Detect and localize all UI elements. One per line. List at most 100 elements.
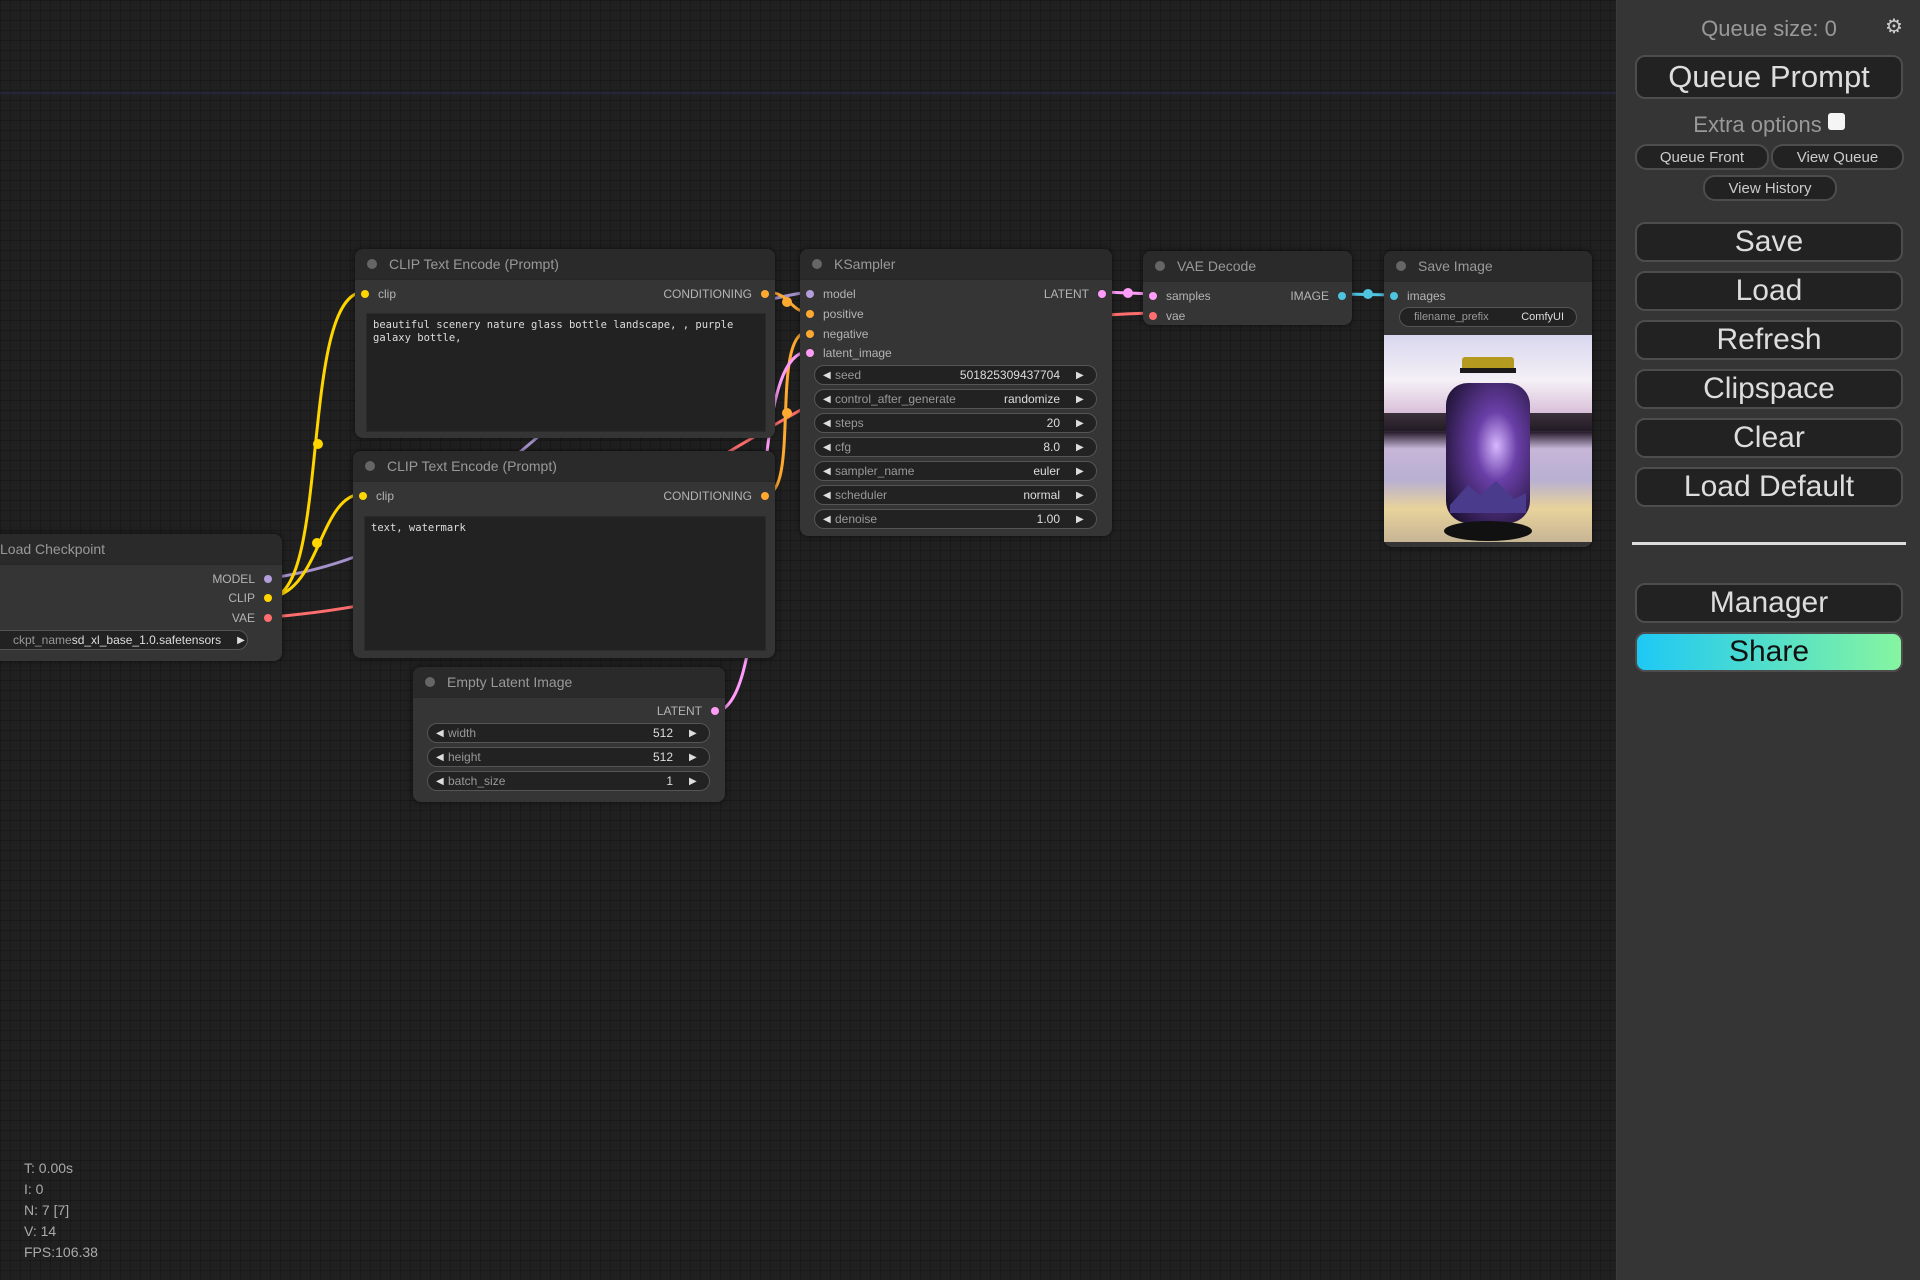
- input-clip[interactable]: clip: [359, 489, 394, 503]
- arrow-right-icon[interactable]: ▶: [689, 752, 701, 763]
- collapse-dot-icon[interactable]: [812, 259, 822, 269]
- input-clip[interactable]: clip: [361, 287, 396, 301]
- queue-front-button[interactable]: Queue Front: [1635, 144, 1769, 170]
- queue-size-label: Queue size: 0: [1701, 16, 1837, 41]
- input-vae[interactable]: vae: [1149, 309, 1185, 323]
- slot-pin-icon: [761, 290, 769, 298]
- node-title[interactable]: Save Image: [1384, 251, 1592, 282]
- widget-sampler-name[interactable]: ◀ sampler_name euler ▶: [814, 461, 1097, 481]
- widget-width[interactable]: ◀ width 512 ▶: [427, 723, 710, 743]
- collapse-dot-icon[interactable]: [367, 259, 377, 269]
- input-samples[interactable]: samples: [1149, 289, 1211, 303]
- slot-pin-icon: [359, 492, 367, 500]
- node-title-text: Save Image: [1418, 258, 1493, 274]
- graph-canvas[interactable]: Load Checkpoint MODEL CLIP VAE ckpt_name…: [0, 0, 1616, 1280]
- node-title-text: CLIP Text Encode (Prompt): [389, 256, 559, 272]
- arrow-right-icon[interactable]: ▶: [237, 635, 245, 646]
- arrow-left-icon[interactable]: ◀: [823, 466, 835, 477]
- arrow-right-icon[interactable]: ▶: [1076, 514, 1088, 525]
- widget-batch-size[interactable]: ◀ batch_size 1 ▶: [427, 771, 710, 791]
- node-title[interactable]: Load Checkpoint: [0, 534, 282, 565]
- node-title[interactable]: CLIP Text Encode (Prompt): [353, 451, 775, 482]
- extra-options: Extra options: [1617, 112, 1920, 138]
- arrow-left-icon[interactable]: ◀: [823, 418, 835, 429]
- collapse-dot-icon[interactable]: [1396, 261, 1406, 271]
- view-history-button[interactable]: View History: [1703, 175, 1837, 201]
- slot-pin-icon: [806, 349, 814, 357]
- widget-seed[interactable]: ◀ seed 501825309437704 ▶: [814, 365, 1097, 385]
- prompt-textarea[interactable]: beautiful scenery nature glass bottle la…: [366, 313, 766, 432]
- node-ksampler[interactable]: KSampler model positive negative latent_…: [800, 249, 1112, 536]
- output-conditioning[interactable]: CONDITIONING: [663, 489, 769, 503]
- settings-gear-icon[interactable]: ⚙: [1885, 14, 1903, 39]
- arrow-left-icon[interactable]: ◀: [823, 370, 835, 381]
- input-images[interactable]: images: [1390, 289, 1446, 303]
- node-vae-decode[interactable]: VAE Decode samples vae IMAGE: [1143, 251, 1352, 325]
- arrow-left-icon[interactable]: ◀: [436, 776, 448, 787]
- arrow-left-icon[interactable]: ◀: [436, 752, 448, 763]
- arrow-left-icon[interactable]: ◀: [436, 728, 448, 739]
- prompt-textarea[interactable]: text, watermark: [364, 516, 766, 651]
- node-clip-text-encode-negative[interactable]: CLIP Text Encode (Prompt) clip CONDITION…: [353, 451, 775, 658]
- arrow-right-icon[interactable]: ▶: [689, 728, 701, 739]
- refresh-button[interactable]: Refresh: [1635, 320, 1903, 360]
- widget-denoise[interactable]: ◀ denoise 1.00 ▶: [814, 509, 1097, 529]
- arrow-left-icon[interactable]: ◀: [823, 442, 835, 453]
- collapse-dot-icon[interactable]: [425, 677, 435, 687]
- collapse-dot-icon[interactable]: [1155, 261, 1165, 271]
- input-negative[interactable]: negative: [806, 327, 868, 341]
- collapse-dot-icon[interactable]: [365, 461, 375, 471]
- clear-button[interactable]: Clear: [1635, 418, 1903, 458]
- arrow-right-icon[interactable]: ▶: [1076, 418, 1088, 429]
- widget-ckpt-name[interactable]: ckpt_name sd_xl_base_1.0.safetensors ▶: [0, 630, 248, 650]
- widget-filename-prefix[interactable]: filename_prefix ComfyUI: [1399, 307, 1577, 327]
- queue-prompt-button[interactable]: Queue Prompt: [1635, 55, 1903, 99]
- node-clip-text-encode-positive[interactable]: CLIP Text Encode (Prompt) clip CONDITION…: [355, 249, 775, 438]
- widget-steps[interactable]: ◀ steps 20 ▶: [814, 413, 1097, 433]
- widget-scheduler[interactable]: ◀ scheduler normal ▶: [814, 485, 1097, 505]
- arrow-left-icon[interactable]: ◀: [823, 490, 835, 501]
- input-model[interactable]: model: [806, 287, 856, 301]
- node-title[interactable]: CLIP Text Encode (Prompt): [355, 249, 775, 280]
- input-latent-image[interactable]: latent_image: [806, 346, 892, 360]
- output-image[interactable]: IMAGE: [1290, 289, 1346, 303]
- arrow-left-icon[interactable]: ◀: [823, 514, 835, 525]
- widget-height[interactable]: ◀ height 512 ▶: [427, 747, 710, 767]
- wire-midpoint: [1363, 289, 1373, 299]
- preview-image[interactable]: [1384, 335, 1592, 542]
- node-title[interactable]: Empty Latent Image: [413, 667, 725, 698]
- share-button[interactable]: Share: [1635, 632, 1903, 672]
- output-vae[interactable]: VAE: [232, 611, 272, 625]
- node-title[interactable]: VAE Decode: [1143, 251, 1352, 282]
- arrow-right-icon[interactable]: ▶: [1076, 442, 1088, 453]
- save-button[interactable]: Save: [1635, 222, 1903, 262]
- load-default-button[interactable]: Load Default: [1635, 467, 1903, 507]
- widget-cfg[interactable]: ◀ cfg 8.0 ▶: [814, 437, 1097, 457]
- node-title[interactable]: KSampler: [800, 249, 1112, 280]
- slot-pin-icon: [806, 290, 814, 298]
- output-model[interactable]: MODEL: [212, 572, 272, 586]
- arrow-right-icon[interactable]: ▶: [1076, 490, 1088, 501]
- node-save-image[interactable]: Save Image images filename_prefix ComfyU…: [1384, 251, 1592, 547]
- widget-control-after-generate[interactable]: ◀ control_after_generate randomize ▶: [814, 389, 1097, 409]
- canvas-guide-line: [0, 92, 1616, 94]
- node-load-checkpoint[interactable]: Load Checkpoint MODEL CLIP VAE ckpt_name…: [0, 534, 282, 661]
- arrow-right-icon[interactable]: ▶: [1076, 370, 1088, 381]
- slot-pin-icon: [264, 594, 272, 602]
- manager-button[interactable]: Manager: [1635, 583, 1903, 623]
- output-conditioning[interactable]: CONDITIONING: [663, 287, 769, 301]
- node-title-text: KSampler: [834, 256, 896, 272]
- output-clip[interactable]: CLIP: [228, 591, 272, 605]
- load-button[interactable]: Load: [1635, 271, 1903, 311]
- arrow-right-icon[interactable]: ▶: [1076, 466, 1088, 477]
- node-empty-latent-image[interactable]: Empty Latent Image LATENT ◀ width 512 ▶ …: [413, 667, 725, 802]
- arrow-right-icon[interactable]: ▶: [1076, 394, 1088, 405]
- clipspace-button[interactable]: Clipspace: [1635, 369, 1903, 409]
- extra-options-checkbox[interactable]: [1827, 113, 1845, 130]
- output-latent[interactable]: LATENT: [657, 704, 719, 718]
- view-queue-button[interactable]: View Queue: [1771, 144, 1904, 170]
- output-latent[interactable]: LATENT: [1044, 287, 1106, 301]
- input-positive[interactable]: positive: [806, 307, 864, 321]
- arrow-left-icon[interactable]: ◀: [823, 394, 835, 405]
- arrow-right-icon[interactable]: ▶: [689, 776, 701, 787]
